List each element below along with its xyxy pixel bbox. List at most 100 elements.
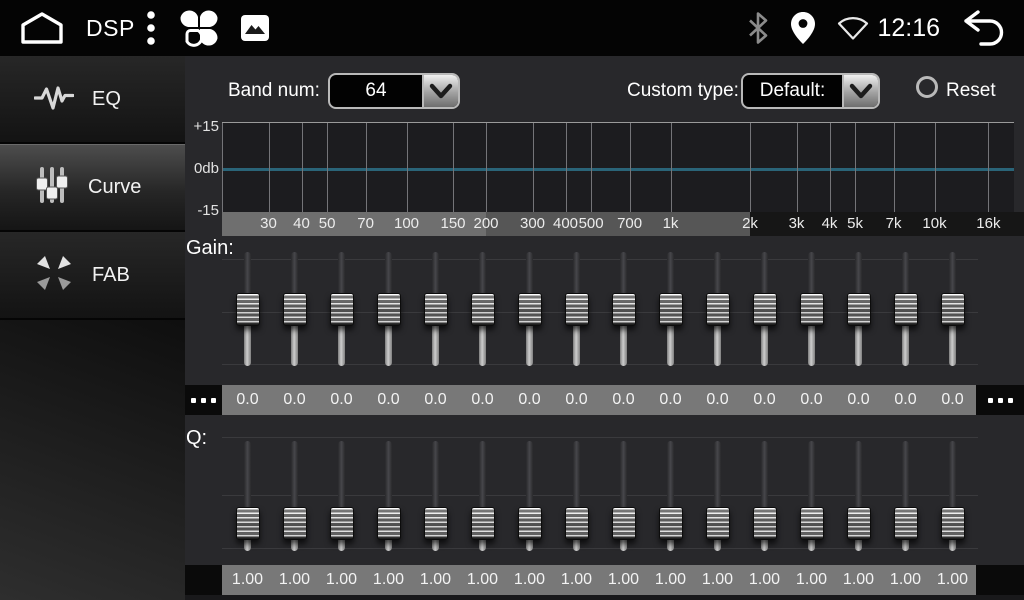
freq-tick-label: 40 (293, 212, 310, 236)
eq-graph (222, 122, 1014, 212)
gridline (797, 123, 798, 212)
sidebar-item-fab[interactable]: FAB (0, 232, 185, 320)
slider-thumb[interactable] (565, 507, 589, 540)
band-value: 0.0 (330, 385, 352, 415)
home-icon[interactable] (18, 10, 66, 46)
band-slider[interactable] (377, 437, 401, 555)
slider-thumb[interactable] (706, 507, 730, 540)
band-slider[interactable] (565, 437, 589, 555)
band-slider[interactable] (894, 248, 918, 370)
band-value: 1.00 (279, 565, 310, 595)
band-slider[interactable] (753, 437, 777, 555)
band-slider[interactable] (800, 437, 824, 555)
slider-thumb[interactable] (518, 507, 542, 540)
slider-thumb[interactable] (800, 293, 824, 326)
slider-thumb[interactable] (659, 507, 683, 540)
band-slider[interactable] (941, 248, 965, 370)
slider-thumb[interactable] (612, 293, 636, 326)
band-slider[interactable] (612, 248, 636, 370)
band-slider[interactable] (612, 437, 636, 555)
slider-thumb[interactable] (847, 507, 871, 540)
band-slider[interactable] (706, 437, 730, 555)
slider-thumb[interactable] (377, 293, 401, 326)
band-slider[interactable] (518, 437, 542, 555)
band-slider[interactable] (518, 248, 542, 370)
band-value: 0.0 (471, 385, 493, 415)
slider-thumb[interactable] (424, 507, 448, 540)
reset-radio[interactable] (916, 76, 938, 98)
chevron-down-icon[interactable] (842, 75, 878, 107)
slider-thumb[interactable] (659, 293, 683, 326)
band-slider[interactable] (847, 437, 871, 555)
gridline (566, 123, 567, 212)
back-icon[interactable] (954, 9, 1006, 47)
band-value: 0.0 (236, 385, 258, 415)
band-value: 1.00 (608, 565, 639, 595)
ellipsis-icon[interactable] (976, 385, 1024, 415)
band-slider[interactable] (236, 437, 260, 555)
band-slider[interactable] (706, 248, 730, 370)
slider-thumb[interactable] (236, 507, 260, 540)
band-slider[interactable] (283, 248, 307, 370)
band-slider[interactable] (894, 437, 918, 555)
band-slider[interactable] (941, 437, 965, 555)
slider-thumb[interactable] (330, 507, 354, 540)
band-slider[interactable] (471, 437, 495, 555)
dsp-screen: DSP (0, 0, 1024, 600)
status-bar-left: DSP (18, 8, 269, 48)
curve-panel: Band num: 64 Custom type: Default: Reset… (185, 56, 1024, 600)
band-slider[interactable] (753, 248, 777, 370)
slider-thumb[interactable] (565, 293, 589, 326)
sidebar-item-eq[interactable]: EQ (0, 56, 185, 144)
slider-thumb[interactable] (847, 293, 871, 326)
band-value: 0.0 (659, 385, 681, 415)
band-slider[interactable] (847, 248, 871, 370)
band-slider[interactable] (424, 248, 448, 370)
gridline (630, 123, 631, 212)
slider-thumb[interactable] (941, 507, 965, 540)
freq-tick-label: 50 (319, 212, 336, 236)
custom-type-value: Default: (743, 75, 842, 107)
band-slider[interactable] (659, 248, 683, 370)
slider-thumb[interactable] (283, 507, 307, 540)
band-slider[interactable] (330, 248, 354, 370)
apps-icon[interactable] (179, 8, 219, 48)
freq-tick-label: 7k (886, 212, 902, 236)
slider-thumb[interactable] (753, 507, 777, 540)
slider-thumb[interactable] (236, 293, 260, 326)
slider-thumb[interactable] (471, 293, 495, 326)
freq-tick-label: 1k (663, 212, 679, 236)
chevron-down-icon[interactable] (422, 75, 458, 107)
slider-thumb[interactable] (377, 507, 401, 540)
custom-type-dropdown[interactable]: Default: (741, 73, 880, 109)
band-slider[interactable] (424, 437, 448, 555)
slider-thumb[interactable] (800, 507, 824, 540)
gridline (453, 123, 454, 212)
slider-thumb[interactable] (612, 507, 636, 540)
slider-thumb[interactable] (283, 293, 307, 326)
ellipsis-icon[interactable] (185, 385, 222, 415)
slider-thumb[interactable] (518, 293, 542, 326)
slider-thumb[interactable] (753, 293, 777, 326)
band-slider[interactable] (330, 437, 354, 555)
slider-thumb[interactable] (330, 293, 354, 326)
slider-thumb[interactable] (894, 293, 918, 326)
band-slider[interactable] (800, 248, 824, 370)
band-value: 1.00 (843, 565, 874, 595)
slider-thumb[interactable] (471, 507, 495, 540)
band-slider[interactable] (283, 437, 307, 555)
slider-thumb[interactable] (706, 293, 730, 326)
band-value: 0.0 (283, 385, 305, 415)
slider-thumb[interactable] (941, 293, 965, 326)
overflow-menu-icon[interactable] (145, 9, 157, 47)
band-slider[interactable] (236, 248, 260, 370)
sidebar-item-curve[interactable]: Curve (0, 144, 185, 232)
gallery-icon[interactable] (241, 15, 269, 41)
slider-thumb[interactable] (424, 293, 448, 326)
band-slider[interactable] (471, 248, 495, 370)
band-slider[interactable] (377, 248, 401, 370)
band-slider[interactable] (659, 437, 683, 555)
slider-thumb[interactable] (894, 507, 918, 540)
band-slider[interactable] (565, 248, 589, 370)
band-num-dropdown[interactable]: 64 (328, 73, 460, 109)
